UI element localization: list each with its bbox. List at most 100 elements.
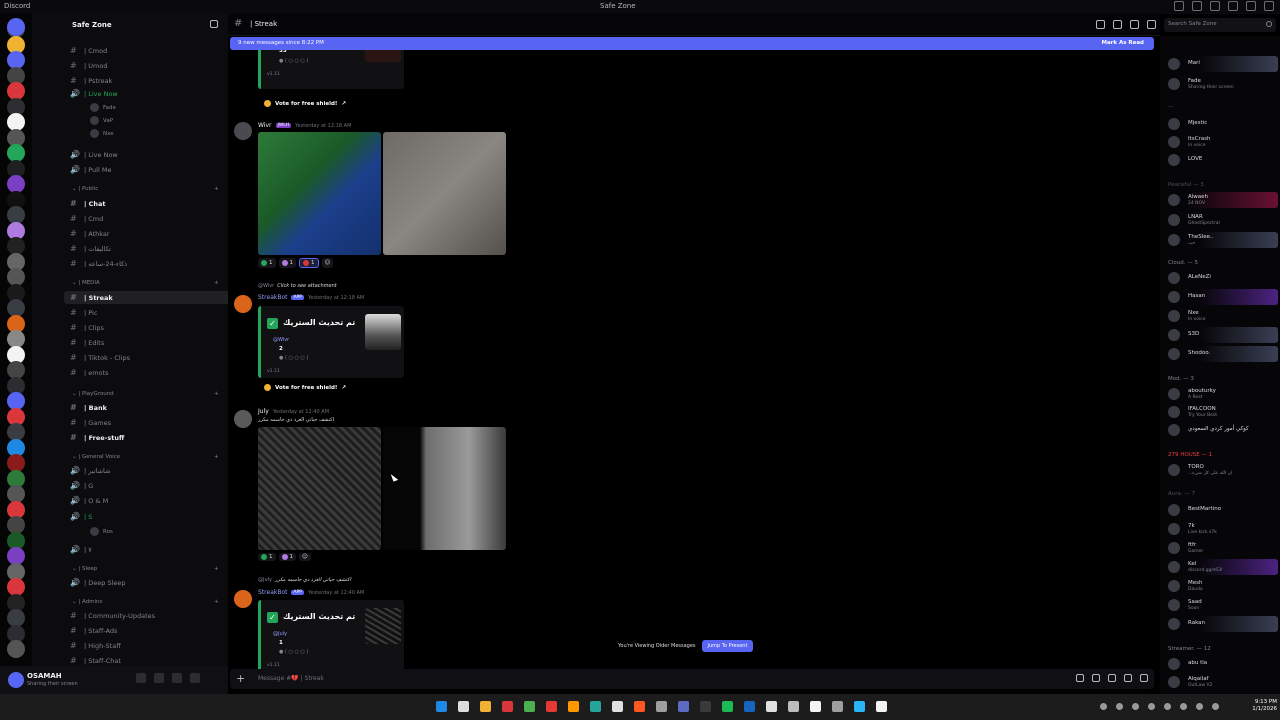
- voice-user[interactable]: VaP: [90, 116, 113, 125]
- new-messages-banner[interactable]: 9 new messages since 8:22 PM Mark As Rea…: [230, 37, 1154, 50]
- emoji-icon[interactable]: [1140, 674, 1148, 682]
- tray-icon[interactable]: [1212, 703, 1219, 710]
- microphone-icon[interactable]: [154, 673, 164, 683]
- voice-channel[interactable]: 🔊 | شاشاتير: [70, 466, 110, 475]
- author-name[interactable]: Wivr: [258, 122, 272, 129]
- download-icon[interactable]: [1210, 1, 1220, 11]
- add-channel-icon[interactable]: +: [214, 599, 219, 605]
- author-name[interactable]: StreakBot: [258, 589, 287, 596]
- channel-item[interactable]: # | Staff-Chat: [70, 656, 121, 665]
- author-name[interactable]: StreakBot: [258, 294, 287, 301]
- taskbar-app-icon[interactable]: [744, 701, 755, 712]
- windows-start-icon[interactable]: [436, 701, 447, 712]
- game-icon[interactable]: [136, 673, 146, 683]
- member-item[interactable]: Fade Sharing their screen: [1166, 76, 1278, 92]
- member-item[interactable]: abu tla: [1166, 656, 1278, 672]
- channel-item[interactable]: # | Chat: [70, 199, 106, 208]
- taskbar-app-icon[interactable]: [502, 701, 513, 712]
- taskbar-app-icon[interactable]: [810, 701, 821, 712]
- add-channel-icon[interactable]: +: [214, 454, 219, 460]
- channel-item[interactable]: # | Games: [70, 418, 111, 427]
- add-reaction-icon[interactable]: ☺: [321, 258, 334, 268]
- tray-icon[interactable]: [1100, 703, 1107, 710]
- voice-channel[interactable]: 🔊 | O & M: [70, 496, 108, 505]
- channel-item[interactable]: # | Cmd: [70, 214, 103, 223]
- add-channel-icon[interactable]: +: [214, 566, 219, 572]
- bot-avatar[interactable]: [234, 295, 252, 313]
- reaction[interactable]: 1: [278, 553, 296, 561]
- add-attachment-icon[interactable]: +: [236, 672, 245, 685]
- channel-item[interactable]: # | Staff-Ads: [70, 626, 117, 635]
- member-item[interactable]: ItsCrash In voice: [1166, 134, 1278, 150]
- taskbar-app-icon[interactable]: [700, 701, 711, 712]
- channel-item[interactable]: # | Pic: [70, 308, 97, 317]
- member-item[interactable]: Alqailaf OutLaw V2: [1166, 674, 1278, 690]
- help-icon[interactable]: [1192, 1, 1202, 11]
- channel-item[interactable]: # | Cmod: [70, 46, 107, 55]
- window-image[interactable]: [383, 427, 506, 550]
- member-item[interactable]: BestMartino: [1166, 502, 1278, 518]
- member-item[interactable]: TORO ...ان الله علي كل شيء: [1166, 462, 1278, 478]
- reaction[interactable]: 1: [258, 258, 276, 268]
- channel-item[interactable]: # | ذكاء-24-ساعه: [70, 259, 127, 268]
- taskbar-app-icon[interactable]: [480, 701, 491, 712]
- voice-user[interactable]: Fade: [90, 103, 116, 112]
- taskbar-app-icon[interactable]: [678, 701, 689, 712]
- channel-item[interactable]: # | Bank: [70, 403, 107, 412]
- voice-channel[interactable]: 🔊 | ۷: [70, 545, 92, 554]
- member-item[interactable]: TheSlee.. حب: [1166, 232, 1278, 248]
- message-composer[interactable]: + Message #💔 | Streak: [230, 669, 1154, 689]
- category-playground[interactable]: ⌄ | PlayGround +: [72, 391, 219, 397]
- channel-item[interactable]: # | Edits: [70, 338, 104, 347]
- add-reaction-icon[interactable]: ☺: [299, 553, 311, 561]
- avatar[interactable]: [234, 122, 252, 140]
- sticker-icon[interactable]: [1108, 674, 1116, 682]
- channel-item[interactable]: # | Community-Updates: [70, 611, 155, 620]
- channel-item[interactable]: 🔊 | Deep Sleep: [70, 578, 126, 587]
- member-item[interactable]: Rakan: [1166, 616, 1278, 632]
- taskbar-app-icon[interactable]: [524, 701, 535, 712]
- tray-icon[interactable]: [1164, 703, 1171, 710]
- pin-icon[interactable]: [1130, 20, 1139, 29]
- taskbar-app-icon[interactable]: [656, 701, 667, 712]
- building-image[interactable]: [258, 427, 381, 550]
- member-item[interactable]: كوكي أمور كردي السعودي: [1166, 422, 1278, 438]
- voice-channel-live-now-2[interactable]: 🔊 | Live Now: [70, 150, 118, 159]
- member-item[interactable]: Mari: [1166, 56, 1278, 72]
- channel-item[interactable]: # | تكاليفات: [70, 244, 111, 253]
- tray-icon[interactable]: [1180, 703, 1187, 710]
- member-item[interactable]: LOVE: [1166, 152, 1278, 168]
- channel-item[interactable]: # | Athkar: [70, 229, 110, 238]
- user-mention[interactable]: @Wivr: [273, 337, 289, 343]
- avatar[interactable]: [8, 672, 24, 688]
- channel-streak[interactable]: # | Streak: [70, 293, 113, 302]
- bot-avatar[interactable]: [234, 590, 252, 608]
- voice-channel[interactable]: 🔊 | G: [70, 481, 93, 490]
- voice-channel[interactable]: 🔊| S3:34:24: [70, 512, 92, 521]
- member-item[interactable]: Kel discord.gg/s63l: [1166, 559, 1278, 575]
- taskbar-app-icon[interactable]: [854, 701, 865, 712]
- taskbar-app-icon[interactable]: [568, 701, 579, 712]
- member-item[interactable]: Mesh Dauda: [1166, 578, 1278, 594]
- taskbar-app-icon[interactable]: [722, 701, 733, 712]
- reply-reference[interactable]: @Wivr Click to see attachment: [258, 283, 337, 289]
- channel-item[interactable]: # | Pstreak: [70, 76, 112, 85]
- tray-icon[interactable]: [1148, 703, 1155, 710]
- mark-as-read-button[interactable]: Mark As Read: [1101, 40, 1144, 46]
- member-item[interactable]: Hasan: [1166, 289, 1278, 305]
- member-item[interactable]: Alwaeh 24 NOV: [1166, 192, 1278, 208]
- minimize-button[interactable]: [1228, 1, 1238, 11]
- member-item[interactable]: 7k Live kick s7k: [1166, 521, 1278, 537]
- member-item[interactable]: Shodoo.: [1166, 346, 1278, 362]
- search-input[interactable]: Search Safe Zone: [1164, 18, 1276, 32]
- channel-item[interactable]: # | High-Staff: [70, 641, 121, 650]
- taskbar-app-icon[interactable]: [458, 701, 469, 712]
- category-sleep[interactable]: ⌄ | Sleep +: [72, 566, 219, 572]
- voice-channel-live-now[interactable]: 🔊| Live Now1:47:25: [70, 89, 118, 98]
- gif-icon[interactable]: [1092, 674, 1100, 682]
- category-general-voice[interactable]: ⌄ | General Voice +: [72, 454, 219, 460]
- channel-item[interactable]: # | Free-stuff: [70, 433, 124, 442]
- guild-header[interactable]: Safe Zone: [32, 14, 228, 36]
- channel-item[interactable]: # | emots: [70, 368, 109, 377]
- avatar[interactable]: [234, 410, 252, 428]
